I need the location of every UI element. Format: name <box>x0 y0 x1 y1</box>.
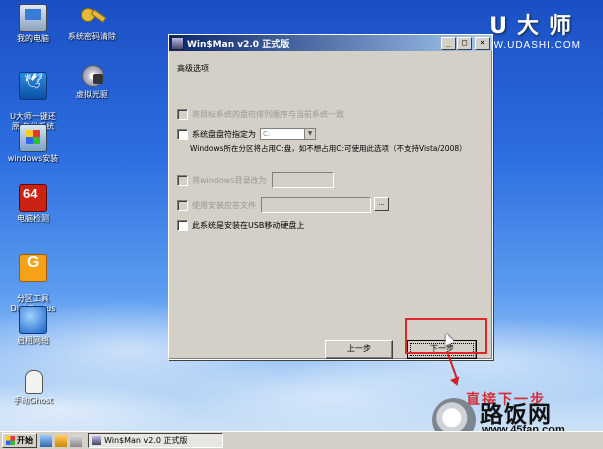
arrow-head-icon <box>449 376 463 388</box>
quicklaunch-tool-icon[interactable] <box>70 434 82 447</box>
window-content: 高级选项 将目标系统的盘符排列顺序与当前系统一致 系统盘盘符指定为 C: ▼ W… <box>169 51 492 359</box>
option-label: 将目标系统的盘符排列顺序与当前系统一致 <box>192 110 344 119</box>
option-usb-hdd[interactable]: 此系统是安装在USB移动硬盘上 <box>177 220 304 231</box>
app-icon <box>92 436 101 445</box>
close-button[interactable]: × <box>475 36 490 50</box>
taskbar: 开始 Win$Man v2.0 正式版 <box>0 431 603 449</box>
desktop-icon-label: 手动Ghost <box>13 396 53 405</box>
checkbox[interactable] <box>177 128 188 140</box>
ghost-icon <box>20 368 46 394</box>
network-globe-icon <box>19 306 47 334</box>
option-label: 将windows目录改为 <box>192 175 267 185</box>
app-icon <box>171 36 184 50</box>
chevron-down-icon[interactable]: ▼ <box>304 129 315 139</box>
windows-flag-icon <box>6 436 15 445</box>
desktop-icon-label: 我的电脑 <box>17 34 49 43</box>
desktop-icon-manual-ghost[interactable]: 手动Ghost <box>1 368 65 406</box>
answer-file-input[interactable] <box>261 197 371 213</box>
option-windows-dir[interactable]: 将windows目录改为 <box>177 172 334 188</box>
desktop-icon-label: windows安装 <box>7 154 59 163</box>
desktop-icon-pc-check[interactable]: 电脑检测 <box>1 184 65 224</box>
desktop-icon-password-clear[interactable]: 系统密码清除 <box>60 4 124 42</box>
taskbar-item-label: Win$Man v2.0 正式版 <box>104 436 188 445</box>
option-label: 系统盘盘符指定为 <box>192 129 256 139</box>
checkbox[interactable] <box>177 199 188 211</box>
desktop-icon-virtual-drive[interactable]: 虚拟光驱 <box>60 62 124 100</box>
option-system-drive-letter[interactable]: 系统盘盘符指定为 C: ▼ <box>177 128 316 140</box>
desktop-icon-enable-network[interactable]: 启用网络 <box>1 306 65 346</box>
key-icon <box>79 4 105 30</box>
diskgenius-icon <box>19 254 47 282</box>
maximize-button[interactable]: □ <box>457 36 472 50</box>
drive-letter-select[interactable]: C: ▼ <box>260 128 316 140</box>
desktop-icon-label: 系统密码清除 <box>68 32 116 41</box>
prev-button[interactable]: 上一步 <box>325 340 393 359</box>
taskbar-item-winsman[interactable]: Win$Man v2.0 正式版 <box>88 433 223 448</box>
window-title: Win$Man v2.0 正式版 <box>187 39 290 50</box>
windows-setup-icon <box>19 124 47 152</box>
desktop: 我的电脑 系统密码清除 U大师一键还 原·备份系统 虚拟光驱 windows安装… <box>0 0 603 449</box>
computer-icon <box>19 4 47 32</box>
option-label: 使用安装应答文件 <box>192 200 256 210</box>
quicklaunch-desktop-icon[interactable] <box>40 434 52 447</box>
start-label: 开始 <box>17 436 33 445</box>
minimize-button[interactable]: _ <box>441 36 456 50</box>
option-keep-drive-order[interactable]: 将目标系统的盘符排列顺序与当前系统一致 <box>177 109 344 120</box>
desktop-icon-windows-install[interactable]: windows安装 <box>1 124 65 164</box>
option-answer-file[interactable]: 使用安装应答文件 <box>177 197 371 213</box>
winsman-window: Win$Man v2.0 正式版 _ □ × 高级选项 将目标系统的盘符排列顺序… <box>168 34 493 360</box>
checkbox[interactable] <box>177 109 188 120</box>
option-label: 此系统是安装在USB移动硬盘上 <box>192 221 305 230</box>
checkbox[interactable] <box>177 220 188 231</box>
checkbox[interactable] <box>177 174 188 186</box>
quicklaunch-folder-icon[interactable] <box>55 434 67 447</box>
desktop-icon-my-computer[interactable]: 我的电脑 <box>1 4 65 44</box>
udashi-bird-icon <box>19 72 47 100</box>
windows-dir-input[interactable] <box>271 172 334 188</box>
window-titlebar[interactable]: Win$Man v2.0 正式版 _ □ × <box>169 35 492 51</box>
drive-letter-note: Windows所在分区将占用C:盘，如不想占用C:可使用此选项（不支持Vista… <box>190 144 467 153</box>
disc-icon <box>79 62 105 88</box>
section-title: 高级选项 <box>177 64 209 73</box>
aida64-icon <box>19 184 47 212</box>
start-button[interactable]: 开始 <box>2 433 37 448</box>
desktop-icon-label: 启用网络 <box>17 336 49 345</box>
drive-letter-value: C: <box>263 130 271 138</box>
desktop-icon-label: 电脑检测 <box>17 214 49 223</box>
desktop-icon-label: 虚拟光驱 <box>76 90 108 99</box>
browse-button[interactable]: ... <box>374 197 389 211</box>
